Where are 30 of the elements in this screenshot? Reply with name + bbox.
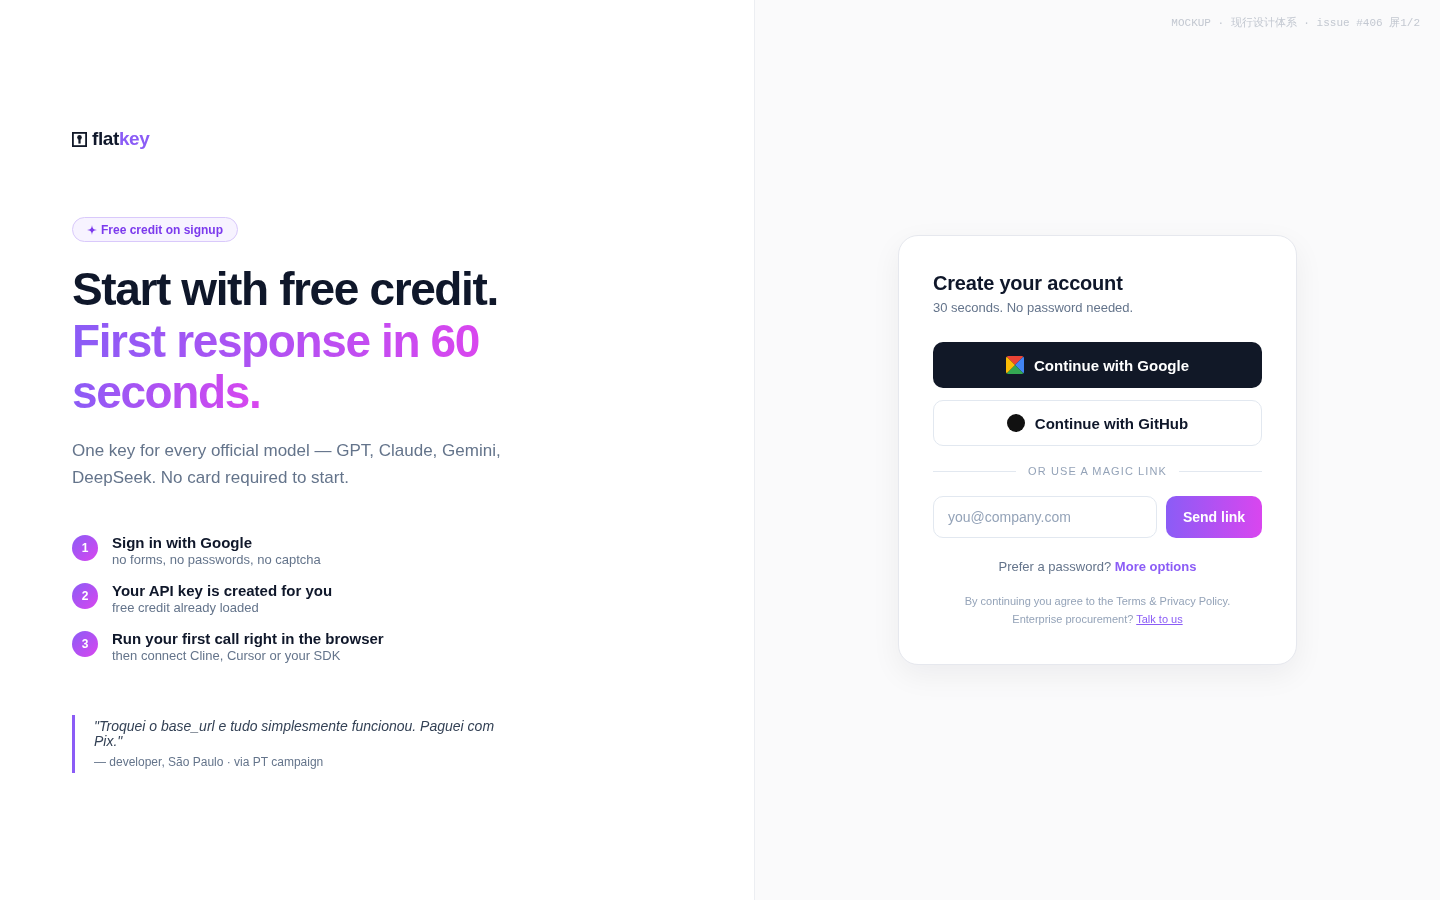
step-number: 1 <box>72 534 98 561</box>
keyhole-icon <box>72 131 87 147</box>
send-link-button[interactable]: Send link <box>1166 496 1262 538</box>
step-number: 2 <box>72 582 98 609</box>
password-prompt: Prefer a password? More options <box>997 558 1198 576</box>
brand-name: flatkey <box>92 128 150 150</box>
quote-attribution: — developer, São Paulo · via PT campaign <box>94 753 325 770</box>
legal-text: By continuing you agree to the Terms & Privacy Policy. <box>963 594 1232 609</box>
card-subtitle: 30 seconds. No password needed. <box>933 299 1135 317</box>
step-detail: then connect Cline, Cursor or your SDK <box>112 647 342 664</box>
step-title: Sign in with Google <box>112 533 253 552</box>
google-signin-button[interactable]: Continue with Google <box>933 342 1262 388</box>
promo-label: Free credit on signup <box>101 222 223 237</box>
enterprise-text: Enterprise procurement? Talk to us <box>1011 612 1184 627</box>
square-logo-icon <box>1006 356 1024 374</box>
step-detail: free credit already loaded <box>112 599 260 616</box>
more-options-link[interactable]: More options <box>1114 559 1197 574</box>
talk-to-us-link[interactable]: Talk to us <box>1136 613 1183 625</box>
card-title: Create your account <box>933 271 1124 296</box>
quote-text: "Troquei o base_url e tudo simplesmente funcionou. Paguei com Pix." <box>94 718 496 749</box>
divider-label: OR USE A MAGIC LINK <box>1028 464 1167 478</box>
email-field[interactable]: you@company.com <box>933 496 1157 538</box>
step-title: Run your first call right in the browser <box>112 629 384 648</box>
step-detail: no forms, no passwords, no captcha <box>112 551 321 568</box>
circle-logo-icon <box>1006 414 1025 432</box>
step-number: 3 <box>72 630 98 657</box>
step-title: Your API key is created for you <box>112 581 333 600</box>
github-signin-button[interactable]: Continue with GitHub <box>933 400 1262 446</box>
sparkle-icon <box>87 224 97 235</box>
description-text: One key for every official model — GPT, Claude, Gemini, DeepSeek. No card required to start. <box>72 439 502 489</box>
